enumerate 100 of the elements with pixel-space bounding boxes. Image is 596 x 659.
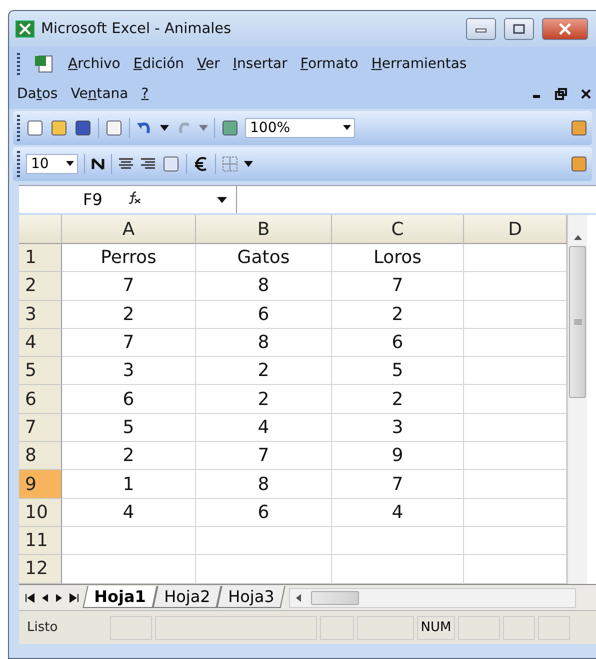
table-cell: 5: [332, 357, 464, 386]
menu-item[interactable]: Archivo: [68, 56, 120, 72]
caret-icon[interactable]: [160, 125, 169, 131]
table-cell: 2: [332, 300, 464, 329]
document-icon[interactable]: [33, 54, 55, 74]
menu-item[interactable]: Edición: [133, 56, 184, 72]
table-cell: 2: [332, 385, 464, 414]
row-header[interactable]: 3: [19, 300, 62, 329]
row-header[interactable]: 5: [19, 357, 62, 386]
sheet-tab[interactable]: Hoja2: [152, 586, 222, 608]
scroll-thumb[interactable]: [311, 590, 360, 604]
restore-icon[interactable]: [555, 88, 567, 100]
table-cell: 4: [196, 414, 332, 442]
grip-icon: [574, 319, 582, 325]
table-cell: Gatos: [196, 244, 332, 272]
align-right-icon[interactable]: [140, 157, 156, 171]
spreadsheet-icon: [15, 20, 35, 38]
row-header[interactable]: 8: [19, 442, 62, 470]
borders-icon[interactable]: [222, 156, 238, 172]
row-header[interactable]: 12: [19, 555, 62, 584]
font-size-combo[interactable]: 10: [26, 154, 78, 174]
first-sheet-icon[interactable]: [25, 592, 35, 602]
table-cell: 3: [62, 357, 196, 386]
horizontal-scrollbar[interactable]: [289, 588, 576, 608]
table-cell: 6: [332, 328, 464, 358]
last-sheet-icon[interactable]: [69, 592, 79, 602]
row-header[interactable]: 7: [19, 414, 62, 442]
euro-icon[interactable]: [193, 156, 209, 172]
next-sheet-icon[interactable]: [55, 592, 63, 602]
table-cell: 5: [62, 414, 196, 442]
table-cell: 6: [62, 385, 196, 414]
row-header[interactable]: 11: [19, 526, 62, 556]
minimize-button[interactable]: [466, 18, 496, 40]
menu-item[interactable]: Insertar: [232, 56, 288, 72]
table-cell: 6: [196, 300, 332, 329]
table-cell: 9: [332, 442, 464, 470]
column-header[interactable]: A: [62, 215, 196, 244]
column-header[interactable]: B: [196, 215, 332, 244]
menu-item[interactable]: Formato: [300, 56, 358, 72]
table-cell: 8: [196, 272, 332, 301]
scroll-left-icon[interactable]: [296, 594, 302, 602]
table-cell: Loros: [332, 244, 464, 272]
status-panel: [538, 616, 570, 640]
maximize-button[interactable]: [504, 18, 534, 40]
scroll-up-icon[interactable]: [574, 235, 582, 240]
table-cell: 2: [196, 357, 332, 386]
status-panel: [503, 616, 535, 640]
close-icon: [558, 23, 572, 35]
bold-icon[interactable]: [91, 157, 105, 171]
maximize-icon: [513, 24, 525, 34]
window-title: Microsoft Excel - Animales: [41, 21, 232, 37]
previous-sheet-icon[interactable]: [41, 592, 49, 602]
row-header[interactable]: 2: [19, 272, 62, 301]
table-cell: 2: [62, 300, 196, 329]
status-panel: [357, 616, 414, 640]
table-cell: 7: [62, 328, 196, 358]
close-icon[interactable]: [580, 88, 592, 100]
table-cell: 3: [332, 414, 464, 442]
row-header[interactable]: 4: [19, 328, 62, 358]
menu-item[interactable]: Datos: [17, 86, 58, 102]
column-header[interactable]: C: [332, 215, 464, 244]
row-header[interactable]: 1: [19, 244, 62, 272]
scroll-thumb[interactable]: [569, 246, 586, 398]
table-cell: Perros: [62, 244, 196, 272]
table-cell: 4: [332, 498, 464, 527]
table-cell: 7: [332, 470, 464, 499]
num-lock-indicator: NUM: [417, 616, 455, 640]
row-header[interactable]: 9: [19, 470, 62, 499]
caret-icon: [63, 160, 77, 168]
align-center-icon[interactable]: [118, 157, 134, 171]
caret-icon[interactable]: [244, 161, 253, 167]
table-cell: 4: [62, 498, 196, 527]
table-cell: 1: [62, 470, 196, 499]
table-cell: 8: [196, 328, 332, 358]
table-cell: 7: [62, 272, 196, 301]
column-header[interactable]: D: [464, 215, 567, 244]
caret-icon: [340, 124, 354, 132]
function-icon[interactable]: [127, 190, 141, 204]
status-panel: [320, 616, 354, 640]
table-cell: 7: [332, 272, 464, 301]
vertical-scrollbar[interactable]: [567, 215, 587, 584]
menu-item[interactable]: Herramientas: [371, 56, 467, 72]
table-cell: 8: [196, 470, 332, 499]
row-header[interactable]: 10: [19, 498, 62, 527]
sheet-tab[interactable]: Hoja1: [82, 586, 158, 608]
sheet-tab[interactable]: Hoja3: [216, 586, 286, 608]
table-cell: 2: [62, 442, 196, 470]
menu-item[interactable]: ?: [141, 86, 149, 102]
table-cell: 6: [196, 498, 332, 527]
status-panel: [458, 616, 500, 640]
status-panel: [110, 616, 152, 640]
table-cell: 2: [196, 385, 332, 414]
menu-item[interactable]: Ver: [197, 56, 220, 72]
caret-icon: [216, 196, 228, 204]
close-button[interactable]: [542, 18, 588, 40]
menu-item[interactable]: Ventana: [70, 86, 128, 102]
zoom-combo[interactable]: 100%: [245, 118, 355, 138]
row-header[interactable]: 6: [19, 385, 62, 414]
table-cell: 7: [196, 442, 332, 470]
status-text: Listo: [27, 620, 59, 635]
